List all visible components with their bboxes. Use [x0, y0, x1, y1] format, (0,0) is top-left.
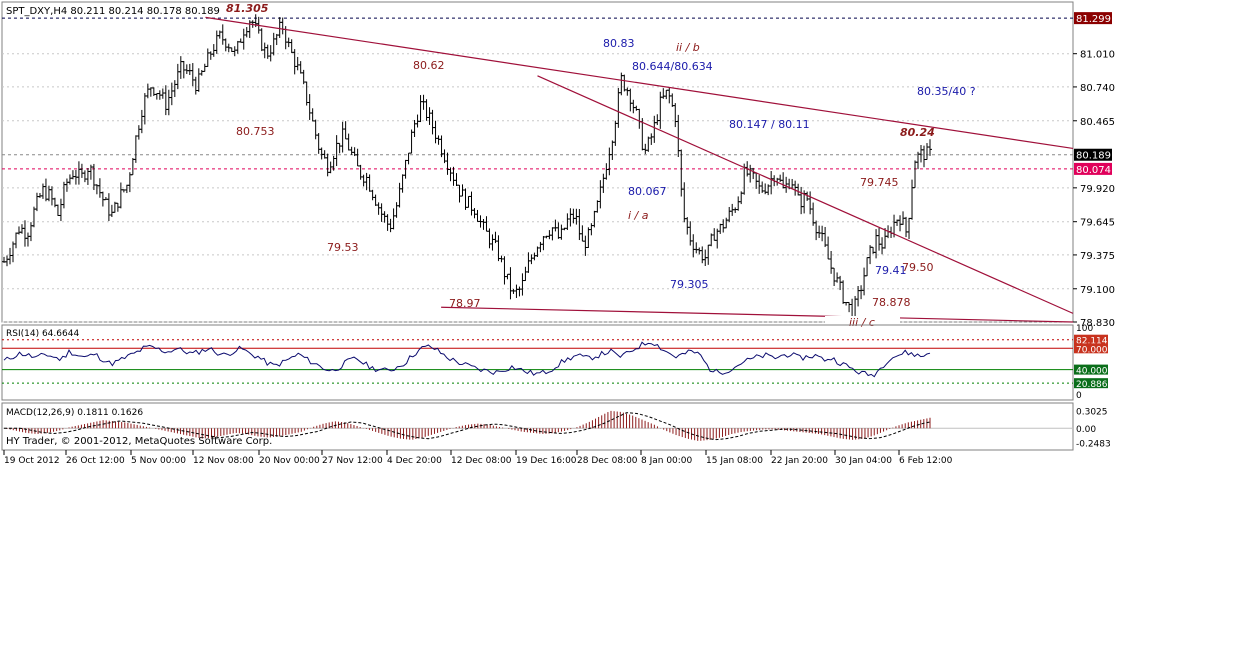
wave-annotation: ii / b	[676, 41, 700, 54]
wave-annotation: 80.62	[413, 59, 445, 72]
price-tick-label: 80.740	[1080, 83, 1115, 94]
symbol-header: SPT_DXY,H4 80.211 80.214 80.178 80.189	[6, 6, 220, 17]
time-tick-label: 15 Jan 08:00	[706, 456, 763, 466]
wave-annotation: 80.753	[236, 125, 275, 138]
wave-annotation: 80.067	[628, 185, 667, 198]
price-tick-label: 79.645	[1080, 218, 1115, 229]
price-tick-label: 79.375	[1080, 251, 1115, 262]
footer-copyright: HY Trader, © 2001-2012, MetaQuotes Softw…	[6, 436, 272, 447]
price-badge-label: 81.299	[1076, 14, 1111, 25]
wave-annotation: iii / c	[849, 316, 875, 329]
wave-annotation: 80.24	[900, 126, 935, 139]
time-tick-label: 12 Nov 08:00	[193, 456, 254, 466]
time-tick-label: 4 Dec 20:00	[387, 456, 442, 466]
time-tick-label: 12 Dec 08:00	[451, 456, 512, 466]
wave-annotation: 80.147 / 80.11	[729, 118, 810, 131]
macd-title: MACD(12,26,9) 0.1811 0.1626	[6, 408, 143, 418]
time-tick-label: 8 Jan 00:00	[641, 456, 693, 466]
time-tick-label: 26 Oct 12:00	[66, 456, 125, 466]
wave-annotation: 80.644/80.634	[632, 60, 713, 73]
price-tick-label: 79.100	[1080, 285, 1115, 296]
time-tick-label: 19 Dec 16:00	[516, 456, 577, 466]
time-tick-label: 28 Dec 08:00	[577, 456, 638, 466]
wave-annotation: 79.305	[670, 278, 709, 291]
macd-tick-label: 0.3025	[1076, 408, 1108, 418]
wave-annotation: 79.50	[902, 261, 934, 274]
wave-annotation: 78.97	[449, 297, 481, 310]
price-tick-label: 81.010	[1080, 50, 1115, 61]
wave-annotation: 81.305	[226, 2, 269, 15]
rsi-tick-label: 100	[1076, 324, 1093, 334]
time-tick-label: 30 Jan 04:00	[835, 456, 892, 466]
wave-annotation: 80.35/40 ?	[917, 85, 976, 98]
price-tick-label: 80.465	[1080, 117, 1115, 128]
wave-annotation: 79.745	[860, 176, 899, 189]
time-tick-label: 6 Feb 12:00	[899, 456, 953, 466]
rsi-level-label: 40.000	[1076, 367, 1108, 377]
wave-annotation: 79.53	[327, 241, 359, 254]
price-badge-label: 80.189	[1076, 151, 1111, 162]
rsi-level-label: 70.000	[1076, 345, 1108, 355]
macd-tick-label: 0.00	[1076, 425, 1096, 435]
rsi-level-label: 20.886	[1076, 380, 1108, 390]
chart-canvas: 81.305 80.62 80.753 79.53 78.97 80.83 ii / b 80…	[0, 0, 1251, 660]
wave-annotation: 78.878	[872, 296, 911, 309]
rsi-title: RSI(14) 64.6644	[6, 329, 79, 339]
time-tick-label: 19 Oct 2012	[4, 456, 60, 466]
background	[0, 0, 1251, 660]
rsi-tick-label: 0	[1076, 391, 1082, 401]
price-tick-label: 79.920	[1080, 184, 1115, 195]
time-tick-label: 20 Nov 00:00	[259, 456, 320, 466]
wave-annotation: 80.83	[603, 37, 635, 50]
time-tick-label: 5 Nov 00:00	[131, 456, 186, 466]
macd-tick-label: -0.2483	[1076, 440, 1111, 450]
price-badge-label: 80.074	[1076, 165, 1111, 176]
time-tick-label: 22 Jan 20:00	[771, 456, 828, 466]
time-tick-label: 27 Nov 12:00	[322, 456, 383, 466]
wave-annotation: i / a	[628, 209, 649, 222]
